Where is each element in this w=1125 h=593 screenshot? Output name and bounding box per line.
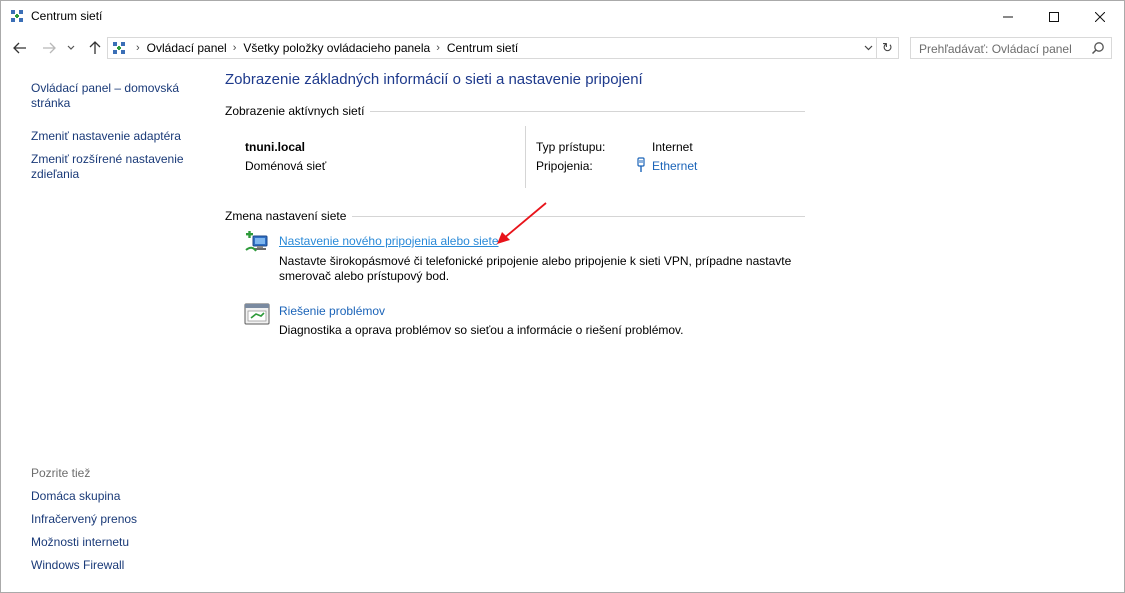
title-bar: Centrum sietí: [1, 1, 1124, 32]
access-type-value: Internet: [652, 140, 693, 154]
forward-button[interactable]: [39, 38, 59, 58]
breadcrumb: › Ovládací panel › Všetky položky ovláda…: [130, 38, 518, 58]
network-category: Doménová sieť: [245, 159, 327, 173]
close-icon: [1095, 11, 1105, 22]
troubleshoot-icon: [244, 303, 270, 325]
see-also-homegroup-link[interactable]: Domáca skupina: [31, 489, 120, 503]
see-also-infrared-link[interactable]: Infračervený prenos: [31, 512, 137, 526]
refresh-button[interactable]: ↻: [877, 37, 899, 59]
see-also-internet-options-link[interactable]: Možnosti internetu: [31, 535, 129, 549]
address-dropdown-button[interactable]: [860, 38, 876, 58]
search-input[interactable]: Prehľadávať: Ovládací panel: [910, 37, 1112, 59]
connections-label: Pripojenia:: [536, 159, 593, 173]
back-arrow-icon: [13, 42, 26, 54]
network-name: tnuni.local: [245, 140, 305, 154]
see-also-windows-firewall-link[interactable]: Windows Firewall: [31, 558, 124, 572]
setup-new-connection-description: Nastavte širokopásmové či telefonické pr…: [279, 254, 799, 284]
minimize-icon: [1003, 16, 1013, 17]
access-type-label: Typ prístupu:: [536, 140, 606, 154]
sidebar-link-control-panel-home[interactable]: Ovládací panel – domovská stránka: [31, 81, 191, 111]
window-title: Centrum sietí: [31, 9, 103, 23]
refresh-icon: ↻: [882, 40, 893, 55]
section-divider: [370, 110, 805, 112]
sidebar-link-advanced-sharing-settings[interactable]: Zmeniť rozšírené nastavenie zdieľania: [31, 152, 191, 182]
page-title: Zobrazenie základných informácií o sieti…: [225, 71, 643, 88]
description-line: smerovač alebo prístupový bod.: [279, 269, 450, 283]
new-connection-icon: [245, 231, 268, 252]
change-settings-heading-text: Zmena nastavení siete: [225, 209, 347, 223]
ethernet-icon: [637, 157, 645, 172]
breadcrumb-chevron-icon[interactable]: ›: [436, 42, 440, 54]
breadcrumb-chevron-icon[interactable]: ›: [233, 42, 237, 54]
forward-arrow-icon: [43, 42, 56, 54]
up-button[interactable]: [85, 38, 105, 58]
setup-new-connection-link[interactable]: Nastavenie nového pripojenia alebo siete: [279, 234, 499, 248]
ethernet-connection-link[interactable]: Ethernet: [652, 159, 697, 173]
breadcrumb-chevron-icon[interactable]: ›: [136, 42, 140, 54]
breadcrumb-item[interactable]: Centrum sietí: [447, 41, 518, 55]
network-center-icon: [11, 10, 23, 22]
close-button[interactable]: [1077, 1, 1123, 32]
breadcrumb-item[interactable]: Ovládací panel: [147, 41, 227, 55]
see-also-heading: Pozrite tiež: [31, 466, 91, 480]
troubleshoot-problems-link[interactable]: Riešenie problémov: [279, 304, 385, 318]
breadcrumb-item[interactable]: Všetky položky ovládacieho panela: [243, 41, 430, 55]
recent-locations-button[interactable]: [64, 38, 78, 58]
section-divider: [352, 215, 805, 217]
chevron-down-icon: [864, 45, 872, 51]
back-button[interactable]: [10, 38, 30, 58]
description-line: Nastavte širokopásmové či telefonické pr…: [279, 254, 792, 268]
navigation-bar: › Ovládací panel › Všetky položky ovláda…: [1, 34, 1124, 62]
active-networks-heading: Zobrazenie aktívnych sietí: [225, 104, 805, 118]
minimize-button[interactable]: [985, 1, 1031, 32]
active-networks-heading-text: Zobrazenie aktívnych sietí: [225, 104, 365, 118]
window: Centrum sietí › Ovládací panel › Všetky …: [0, 0, 1125, 593]
maximize-icon: [1049, 11, 1059, 22]
description-line: Diagnostika a oprava problémov so sieťou…: [279, 323, 684, 337]
chevron-down-icon: [67, 45, 75, 50]
search-placeholder: Prehľadávať: Ovládací panel: [919, 42, 1072, 56]
control-panel-icon: [113, 42, 125, 54]
address-bar[interactable]: › Ovládací panel › Všetky položky ovláda…: [107, 37, 877, 59]
maximize-button[interactable]: [1031, 1, 1077, 32]
search-icon[interactable]: [1091, 41, 1105, 55]
annotation-arrow-icon: [497, 202, 547, 244]
up-arrow-icon: [89, 41, 101, 54]
vertical-divider: [525, 126, 526, 188]
sidebar-link-change-adapter-settings[interactable]: Zmeniť nastavenie adaptéra: [31, 129, 201, 144]
troubleshoot-problems-description: Diagnostika a oprava problémov so sieťou…: [279, 323, 799, 338]
